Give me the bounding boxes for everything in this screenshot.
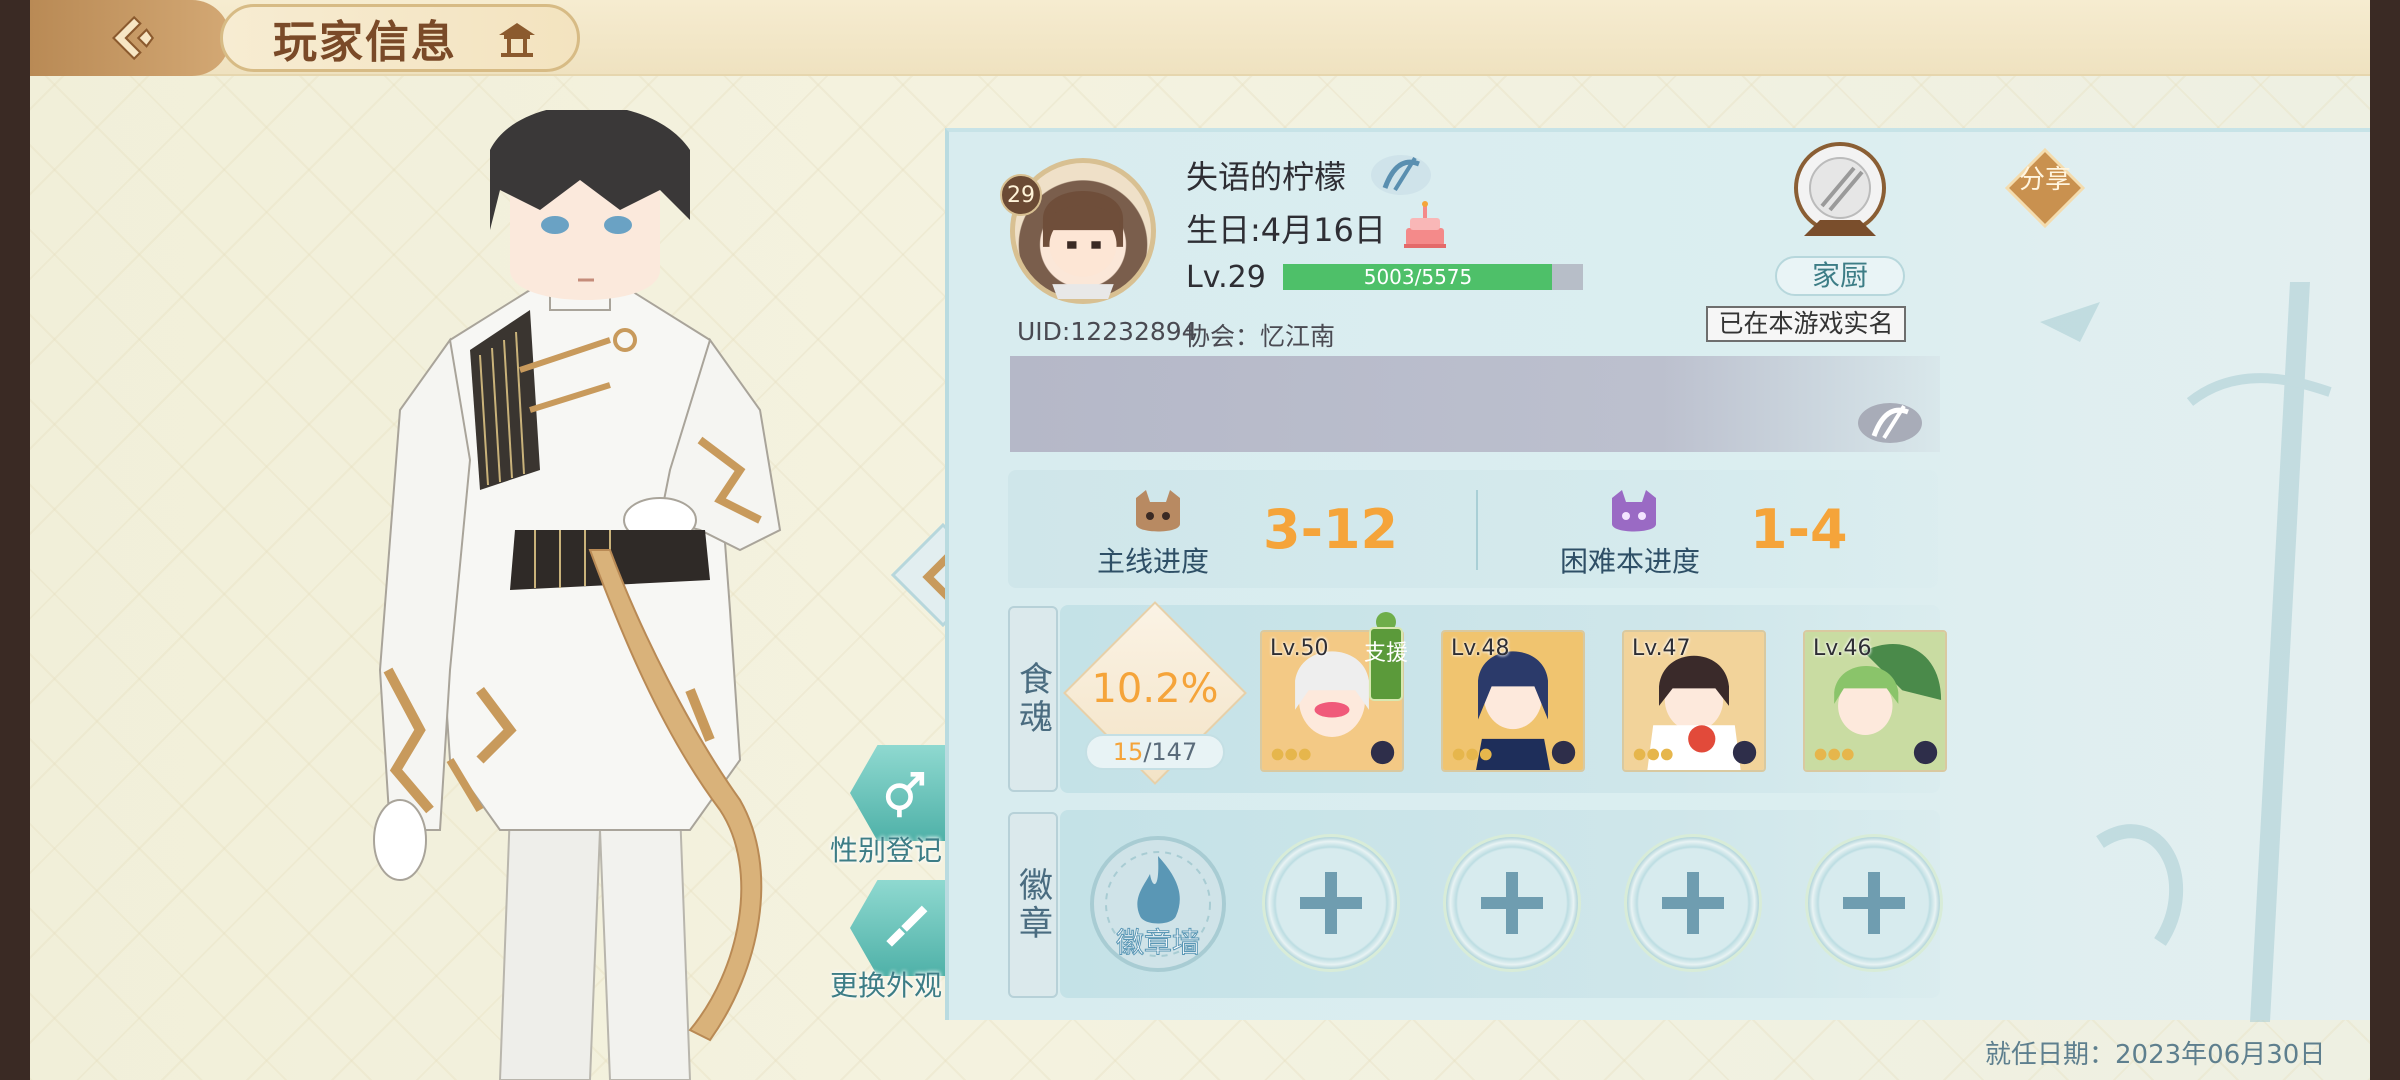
food-soul-level: Lv.50 <box>1270 636 1329 661</box>
edit-signature-icon[interactable] <box>1850 398 1930 448</box>
collection-count-total: /147 <box>1143 738 1198 766</box>
plus-icon <box>1300 872 1362 934</box>
hard-progress-value: 1-4 <box>1750 498 1848 561</box>
main-progress-value: 3-12 <box>1263 498 1399 561</box>
support-label: 支援 <box>1364 641 1408 666</box>
appointment-date: 就任日期：2023年06月30日 <box>1985 1040 2326 1070</box>
player-level: Lv.29 <box>1186 260 1266 295</box>
add-badge-slot-2[interactable] <box>1443 834 1581 972</box>
add-badge-slot-4[interactable] <box>1805 834 1943 972</box>
bamboo-decoration <box>2040 282 2332 1022</box>
food-soul-card[interactable]: Lv.47 <box>1622 630 1766 772</box>
food-soul-tag: 食魂 <box>1008 606 1058 792</box>
add-badge-slot-3[interactable] <box>1624 834 1762 972</box>
main-story-icon <box>1136 490 1180 532</box>
player-character-illustration <box>373 110 782 1080</box>
hard-progress-label: 困难本进度 <box>1560 545 1701 578</box>
food-soul-level: Lv.46 <box>1813 636 1872 661</box>
signature-bar[interactable] <box>1010 356 1940 452</box>
plus-icon <box>1662 872 1724 934</box>
progress-divider <box>1476 490 1478 570</box>
food-soul-level: Lv.47 <box>1632 636 1691 661</box>
share-label: 分享 <box>2019 165 2071 195</box>
change-appearance-button[interactable]: 更换外观 <box>830 880 960 1002</box>
add-badge-slot-1[interactable] <box>1262 834 1400 972</box>
pavilion-icon <box>499 23 535 57</box>
food-soul-card[interactable]: Lv.48 <box>1441 630 1585 772</box>
plus-icon <box>1843 872 1905 934</box>
realname-status: 已在本游戏实名 <box>1706 306 1906 342</box>
food-soul-card[interactable]: Lv.46 <box>1803 630 1947 772</box>
badge-tag: 徽章 <box>1008 812 1058 998</box>
share-icon[interactable]: 分享 <box>2005 148 2085 228</box>
brush-icon <box>886 905 928 947</box>
appearance-icon-background <box>850 880 960 976</box>
cake-icon <box>1404 201 1446 248</box>
player-guild: 协会：忆江南 <box>1185 322 1336 351</box>
gender-icon <box>885 772 925 818</box>
badge-wall-label: 徽章墙 <box>1116 926 1200 959</box>
gender-register-button[interactable]: 性别登记 <box>830 745 960 867</box>
hard-mode-icon <box>1612 490 1656 532</box>
edit-name-icon[interactable] <box>1365 150 1437 200</box>
exp-text: 5003/5575 <box>1363 265 1473 289</box>
back-button[interactable] <box>30 0 230 76</box>
flame-badge-icon: 徽章墙 <box>1090 836 1226 972</box>
back-arrow-icon <box>112 15 155 61</box>
food-soul-level: Lv.48 <box>1451 636 1510 661</box>
collection-count: 15/147 <box>1085 734 1225 770</box>
player-name: 失语的柠檬 <box>1186 158 1347 196</box>
collection-percent: 10.2% <box>1091 666 1219 712</box>
title-plate: 玩家信息 <box>220 4 580 72</box>
gender-icon-background <box>850 745 960 841</box>
player-uid: UID:12232894 <box>1017 317 1198 346</box>
support-tag-icon: 支援 <box>1364 612 1408 701</box>
page-title: 玩家信息 <box>273 17 457 68</box>
plus-icon <box>1481 872 1543 934</box>
badge-wall-button[interactable]: 徽章墙 <box>1088 834 1228 974</box>
collection-count-current: 15 <box>1112 738 1144 766</box>
chef-label: 家厨 <box>1775 256 1905 296</box>
chef-plate-icon[interactable] <box>1790 140 1890 250</box>
avatar-level-badge: 29 <box>1000 174 1042 216</box>
player-birthday: 生日:4月16日 <box>1186 211 1386 249</box>
main-progress-label: 主线进度 <box>1097 545 1210 578</box>
exp-bar: 5003/5575 <box>1283 264 1583 290</box>
